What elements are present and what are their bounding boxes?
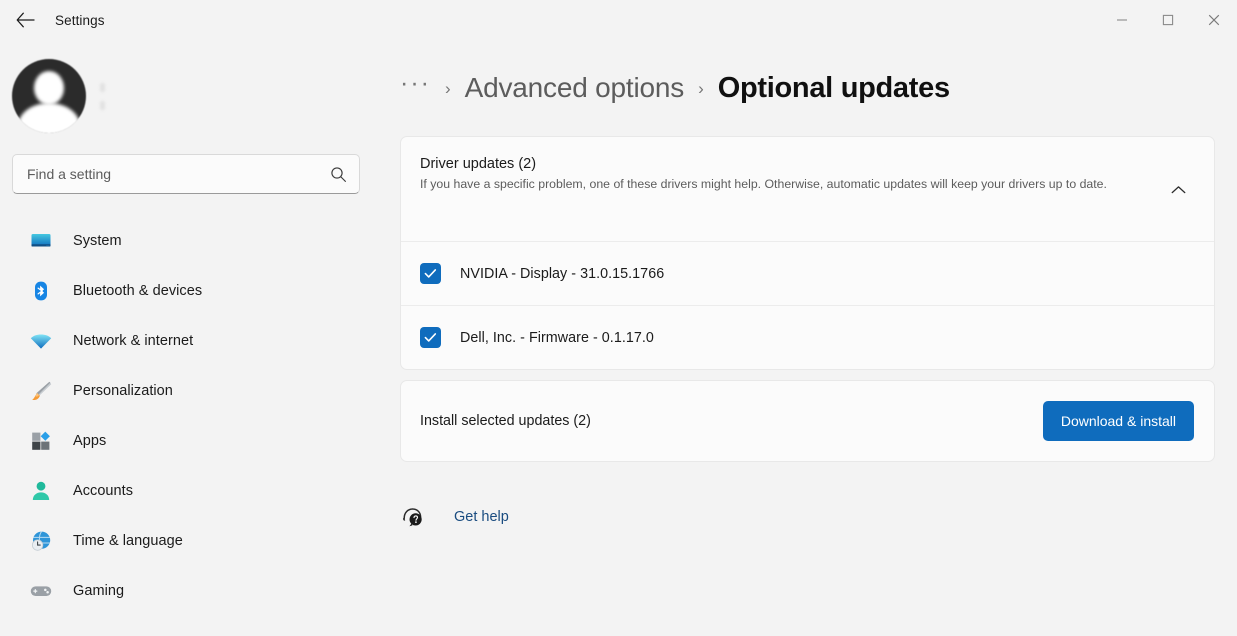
search-input[interactable]: [27, 166, 330, 182]
driver-checkbox[interactable]: [420, 327, 441, 348]
driver-checkbox[interactable]: [420, 263, 441, 284]
driver-updates-header-text: Driver updates (2) If you have a specifi…: [420, 156, 1160, 194]
minimize-icon: [1116, 14, 1128, 26]
breadcrumb: ··· › Advanced options › Optional update…: [400, 40, 1215, 136]
breadcrumb-parent-link[interactable]: Advanced options: [465, 72, 684, 104]
help-headset-icon: [400, 504, 426, 530]
gamepad-icon: [28, 578, 54, 604]
driver-updates-title: Driver updates (2): [420, 156, 1144, 172]
person-icon: [28, 478, 54, 504]
sidebar-item-network-internet[interactable]: Network & internet: [6, 316, 364, 366]
window-controls: [1099, 0, 1237, 40]
search-icon: [330, 166, 347, 183]
sidebar-item-bluetooth-devices[interactable]: Bluetooth & devices: [6, 266, 364, 316]
sidebar: System Bluetooth & devices: [0, 40, 374, 636]
install-selected-label: Install selected updates (2): [420, 413, 591, 429]
driver-updates-card: Driver updates (2) If you have a specifi…: [400, 136, 1215, 370]
driver-name: NVIDIA - Display - 31.0.15.1766: [460, 266, 664, 282]
driver-updates-collapse-button[interactable]: [1160, 172, 1196, 208]
sidebar-item-label: Network & internet: [73, 333, 193, 349]
sidebar-item-accounts[interactable]: Accounts: [6, 466, 364, 516]
bluetooth-icon: [28, 278, 54, 304]
app-title: Settings: [55, 13, 105, 28]
sidebar-item-label: Time & language: [73, 533, 183, 549]
driver-updates-description: If you have a specific problem, one of t…: [420, 175, 1144, 194]
checkmark-icon: [424, 332, 437, 343]
paintbrush-icon: [28, 378, 54, 404]
breadcrumb-separator-icon: ›: [445, 80, 451, 97]
maximize-icon: [1162, 14, 1174, 26]
title-bar: Settings: [0, 0, 1237, 40]
window-body: System Bluetooth & devices: [0, 40, 1237, 636]
sidebar-item-system[interactable]: System: [6, 216, 364, 266]
minimize-button[interactable]: [1099, 0, 1145, 40]
search-box[interactable]: [12, 154, 360, 194]
sidebar-item-label: Bluetooth & devices: [73, 283, 202, 299]
driver-name: Dell, Inc. - Firmware - 0.1.17.0: [460, 330, 654, 346]
sidebar-item-label: Personalization: [73, 383, 173, 399]
sidebar-item-apps[interactable]: Apps: [6, 416, 364, 466]
content-pane: ··· › Advanced options › Optional update…: [374, 40, 1237, 636]
back-arrow-icon: [16, 12, 35, 28]
get-help-label: Get help: [454, 509, 509, 525]
page-title: Optional updates: [718, 72, 950, 105]
monitor-icon: [28, 228, 54, 254]
driver-row[interactable]: NVIDIA - Display - 31.0.15.1766: [401, 242, 1214, 305]
sidebar-item-label: System: [73, 233, 122, 249]
sidebar-item-label: Apps: [73, 433, 106, 449]
apps-blocks-icon: [28, 428, 54, 454]
install-updates-card: Install selected updates (2) Download & …: [400, 380, 1215, 462]
sidebar-item-label: Accounts: [73, 483, 133, 499]
sidebar-item-personalization[interactable]: Personalization: [6, 366, 364, 416]
avatar: [12, 59, 86, 133]
breadcrumb-separator-icon: ›: [698, 80, 704, 97]
checkmark-icon: [424, 268, 437, 279]
sidebar-item-gaming[interactable]: Gaming: [6, 566, 364, 616]
sidebar-item-label: Gaming: [73, 583, 124, 599]
search-area: [0, 136, 374, 194]
globe-clock-icon: [28, 528, 54, 554]
settings-window: Settings: [0, 0, 1237, 636]
driver-row[interactable]: Dell, Inc. - Firmware - 0.1.17.0: [401, 306, 1214, 369]
maximize-button[interactable]: [1145, 0, 1191, 40]
close-icon: [1208, 14, 1220, 26]
sidebar-item-time-language[interactable]: Time & language: [6, 516, 364, 566]
breadcrumb-overflow-button[interactable]: ···: [400, 71, 431, 106]
sidebar-nav: System Bluetooth & devices: [0, 216, 374, 616]
driver-updates-header[interactable]: Driver updates (2) If you have a specifi…: [401, 137, 1214, 241]
download-install-button[interactable]: Download & install: [1043, 401, 1194, 441]
account-name-redacted: [100, 83, 105, 110]
chevron-up-icon: [1171, 185, 1186, 195]
close-button[interactable]: [1191, 0, 1237, 40]
account-block[interactable]: [0, 56, 374, 136]
get-help-link[interactable]: Get help: [400, 504, 1215, 530]
back-button[interactable]: [8, 5, 42, 35]
wifi-icon: [28, 328, 54, 354]
